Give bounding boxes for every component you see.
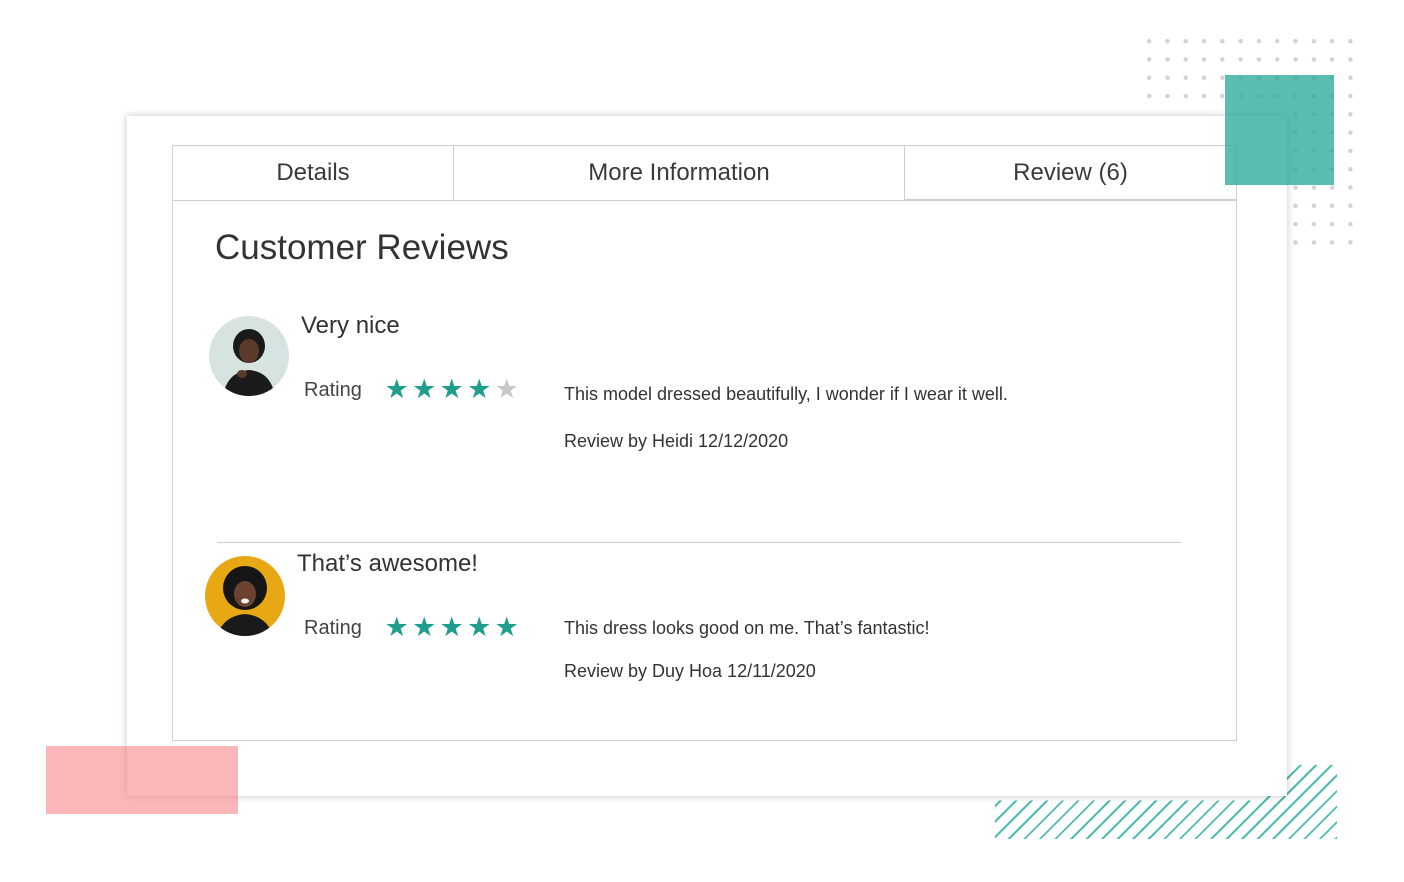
decorative-pink-block <box>46 746 238 814</box>
reviewer-avatar <box>205 556 285 636</box>
review-divider <box>217 542 1181 543</box>
star-filled-icon: ★ <box>384 374 409 404</box>
star-rating: ★ ★ ★ ★ ★ <box>383 614 521 641</box>
review-text: This dress looks good on me. That’s fant… <box>564 618 930 638</box>
review-item: That’s awesome! Rating ★ ★ ★ ★ ★ This dress … <box>173 146 1236 681</box>
star-filled-icon: ★ <box>439 374 464 404</box>
star-filled-icon: ★ <box>439 612 464 642</box>
star-rating: ★ ★ ★ ★ ★ <box>383 376 521 403</box>
review-title: That’s awesome! <box>297 550 478 577</box>
review-byline: Review by Heidi 12/12/2020 <box>564 431 789 451</box>
decorative-teal-block <box>1225 75 1334 185</box>
star-empty-icon: ★ <box>494 374 519 404</box>
review-byline: Review by Duy Hoa 12/11/2020 <box>564 661 816 681</box>
star-filled-icon: ★ <box>467 612 492 642</box>
star-filled-icon: ★ <box>384 612 409 642</box>
product-tabs-panel: Details More Information Review (6) Cust… <box>172 145 1237 741</box>
star-filled-icon: ★ <box>494 612 519 642</box>
rating-label: Rating <box>304 379 362 401</box>
review-card: Details More Information Review (6) Cust… <box>127 116 1287 796</box>
star-filled-icon: ★ <box>412 374 437 404</box>
star-filled-icon: ★ <box>467 374 492 404</box>
star-filled-icon: ★ <box>412 612 437 642</box>
rating-label: Rating <box>304 617 362 639</box>
review-text: This model dressed beautifully, I wonder… <box>564 384 1008 404</box>
reviewer-avatar <box>209 316 289 396</box>
